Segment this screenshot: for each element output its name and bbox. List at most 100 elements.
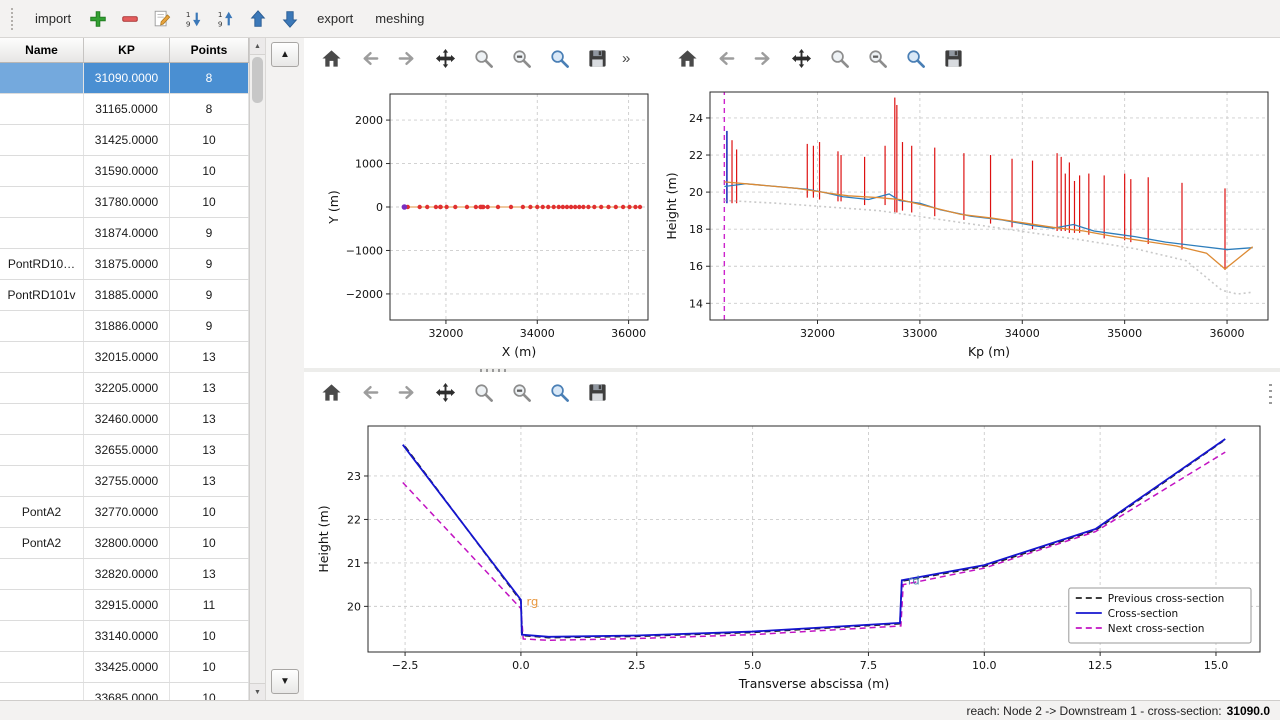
table-row[interactable]: 32460.000013 [0,404,249,435]
cell-kp[interactable]: 33425.0000 [84,652,170,682]
edit-cross-section-button[interactable] [148,5,176,33]
table-row[interactable]: 32915.000011 [0,590,249,621]
add-cross-section-button[interactable] [84,5,112,33]
pan-button[interactable] [430,43,460,73]
table-row[interactable]: 32015.000013 [0,342,249,373]
table-scrollbar[interactable]: ▲ ▼ [250,38,266,700]
cell-kp[interactable]: 32655.0000 [84,435,170,465]
forward-button[interactable] [748,43,778,73]
cell-kp[interactable]: 31886.0000 [84,311,170,341]
scroll-to-top-button[interactable]: ▲ [271,42,299,67]
table-row[interactable]: PontRD101v31885.00009 [0,280,249,311]
table-row[interactable]: 32755.000013 [0,466,249,497]
cell-kp[interactable]: 32800.0000 [84,528,170,558]
customize-button[interactable] [544,43,574,73]
forward-button[interactable] [392,43,422,73]
cell-name[interactable]: PontA2 [0,528,84,558]
cell-name[interactable] [0,466,84,496]
cell-name[interactable] [0,156,84,186]
cell-kp[interactable]: 32770.0000 [84,497,170,527]
cell-points[interactable]: 8 [170,63,249,93]
cell-points[interactable]: 10 [170,621,249,651]
cell-points[interactable]: 13 [170,435,249,465]
table-row[interactable]: 31780.000010 [0,187,249,218]
cell-kp[interactable]: 31780.0000 [84,187,170,217]
menu-export[interactable]: export [308,7,362,30]
move-up-button[interactable] [244,5,272,33]
cell-name[interactable] [0,373,84,403]
remove-cross-section-button[interactable] [116,5,144,33]
cell-kp[interactable]: 31165.0000 [84,94,170,124]
table-row[interactable]: PontRD10…31875.00009 [0,249,249,280]
cell-points[interactable]: 9 [170,249,249,279]
cell-name[interactable] [0,621,84,651]
cross-section-chart[interactable]: −2.50.02.55.07.510.012.515.020212223Tran… [304,412,1280,700]
table-row[interactable]: 31590.000010 [0,156,249,187]
customize-button[interactable] [900,43,930,73]
plan-view-chart[interactable]: 320003400036000−2000−1000010002000X (m)Y… [304,78,660,370]
toolbar-grip[interactable] [11,8,17,30]
back-button[interactable] [710,43,740,73]
table-row[interactable]: 33425.000010 [0,652,249,683]
customize-button[interactable] [544,377,574,407]
back-button[interactable] [354,377,384,407]
table-row[interactable]: 32820.000013 [0,559,249,590]
cell-name[interactable] [0,435,84,465]
cell-kp[interactable]: 32820.0000 [84,559,170,589]
column-header-name[interactable]: Name [0,38,84,62]
cell-name[interactable]: PontA2 [0,497,84,527]
home-button[interactable] [672,43,702,73]
move-down-button[interactable] [276,5,304,33]
cell-kp[interactable]: 31090.0000 [84,63,170,93]
sort-descending-button[interactable]: 19 [212,5,240,33]
table-row[interactable]: 31874.00009 [0,218,249,249]
cell-kp[interactable]: 32915.0000 [84,590,170,620]
scrollbar-up-icon[interactable]: ▲ [250,38,265,55]
pan-button[interactable] [786,43,816,73]
zoom-button[interactable] [468,43,498,73]
cell-points[interactable]: 9 [170,218,249,248]
table-row[interactable]: 31425.000010 [0,125,249,156]
cell-name[interactable] [0,187,84,217]
cell-name[interactable] [0,342,84,372]
column-header-points[interactable]: Points [170,38,249,62]
forward-button[interactable] [392,377,422,407]
cell-name[interactable] [0,218,84,248]
cell-kp[interactable]: 31425.0000 [84,125,170,155]
scrollbar-down-icon[interactable]: ▼ [250,683,265,700]
table-row[interactable]: 31090.00008 [0,63,249,94]
cell-points[interactable]: 10 [170,652,249,682]
cell-name[interactable] [0,125,84,155]
subplots-button[interactable] [506,377,536,407]
cell-kp[interactable]: 31885.0000 [84,280,170,310]
toolbar-overflow-icon[interactable]: » [622,50,630,67]
cell-kp[interactable]: 31590.0000 [84,156,170,186]
toolbar-right-grip[interactable] [1269,380,1272,404]
back-button[interactable] [354,43,384,73]
table-row[interactable]: PontA232800.000010 [0,528,249,559]
save-button[interactable] [582,377,612,407]
table-row[interactable]: 31886.00009 [0,311,249,342]
subplots-button[interactable] [862,43,892,73]
cell-name[interactable] [0,404,84,434]
home-button[interactable] [316,377,346,407]
menu-import[interactable]: import [26,7,80,30]
cell-kp[interactable]: 31874.0000 [84,218,170,248]
zoom-button[interactable] [468,377,498,407]
cell-name[interactable] [0,63,84,93]
longitudinal-profile-chart[interactable]: 3200033000340003500036000141618202224Kp … [660,78,1280,370]
column-header-kp[interactable]: KP [84,38,170,62]
cell-points[interactable]: 10 [170,187,249,217]
cell-points[interactable]: 13 [170,559,249,589]
cell-kp[interactable]: 32460.0000 [84,404,170,434]
cell-kp[interactable]: 33140.0000 [84,621,170,651]
cell-points[interactable]: 10 [170,497,249,527]
home-button[interactable] [316,43,346,73]
subplots-button[interactable] [506,43,536,73]
table-row[interactable]: 32655.000013 [0,435,249,466]
cell-name[interactable]: PontRD10… [0,249,84,279]
cell-kp[interactable]: 32015.0000 [84,342,170,372]
cell-points[interactable]: 8 [170,94,249,124]
cell-points[interactable]: 10 [170,125,249,155]
cell-points[interactable]: 13 [170,404,249,434]
